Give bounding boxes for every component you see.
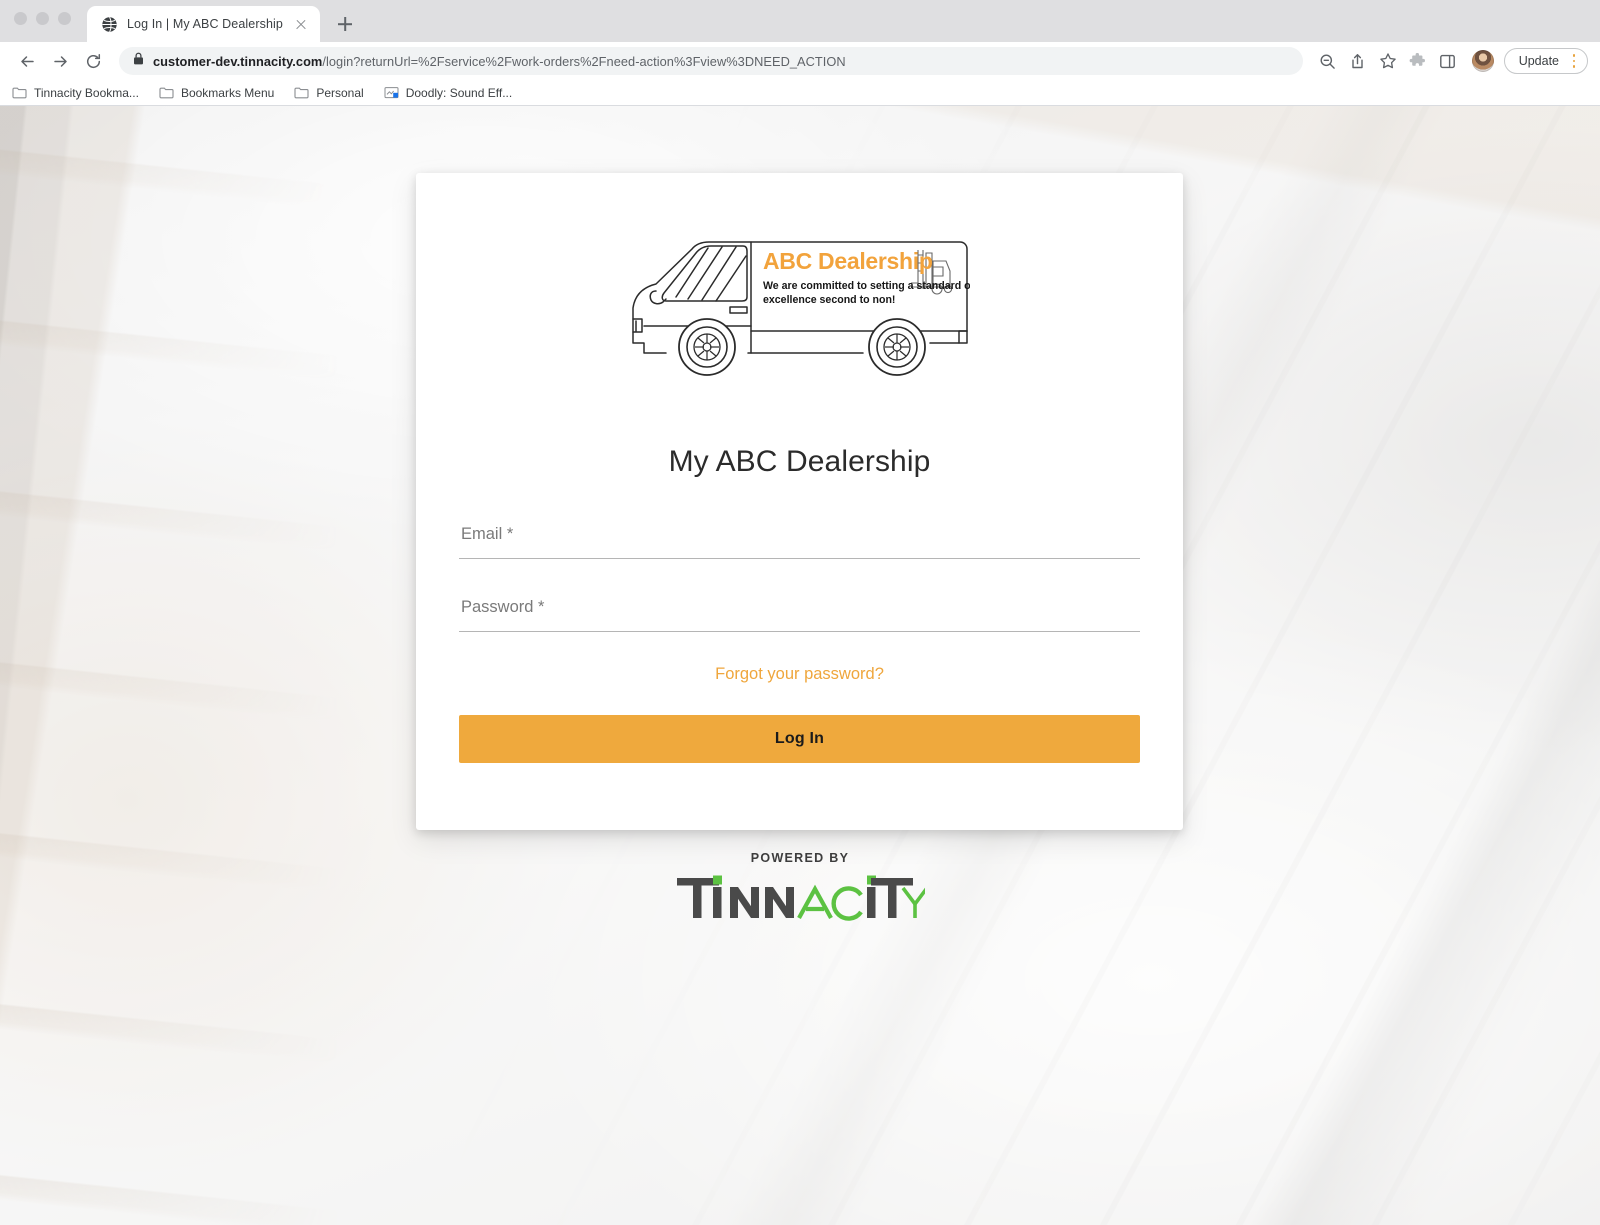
extensions-puzzle-icon[interactable] [1404, 47, 1432, 75]
email-field-wrapper [459, 519, 1140, 559]
window-traffic-lights [14, 0, 71, 42]
page-title: My ABC Dealership [668, 445, 931, 478]
page-viewport: ABC Dealership We are committed to setti… [0, 106, 1600, 1225]
update-label: Update [1518, 54, 1559, 68]
bookmark-label: Personal [316, 85, 364, 100]
forgot-password-row: Forgot your password? [459, 665, 1140, 684]
bookmark-item[interactable]: Personal [294, 85, 364, 100]
tinnacity-logo [675, 870, 925, 922]
bookmark-item[interactable]: Tinnacity Bookma... [12, 86, 139, 100]
folder-icon [294, 86, 309, 99]
bookmark-star-icon[interactable] [1374, 47, 1402, 75]
browser-window: Log In | My ABC Dealership customer-dev.… [0, 0, 1600, 1225]
address-bar[interactable]: customer-dev.tinnacity.com/login?returnU… [119, 47, 1303, 75]
login-submit-button[interactable]: Log In [459, 715, 1140, 763]
tab-strip: Log In | My ABC Dealership [0, 0, 1600, 42]
browser-tab[interactable]: Log In | My ABC Dealership [87, 6, 320, 42]
login-card: ABC Dealership We are committed to setti… [416, 173, 1183, 830]
chrome-menu-icon[interactable] [1567, 53, 1581, 69]
forgot-password-link[interactable]: Forgot your password? [715, 665, 884, 683]
window-minimize-button[interactable] [36, 11, 49, 25]
update-button[interactable]: Update [1503, 48, 1588, 74]
url-host: customer-dev.tinnacity.com [153, 53, 323, 69]
folder-icon [12, 86, 27, 99]
share-icon[interactable] [1344, 47, 1372, 75]
truck-tagline-line2: excellence second to non! [763, 294, 895, 306]
toolbar-icon-group: Update [1314, 47, 1588, 75]
window-maximize-button[interactable] [58, 11, 71, 25]
truck-brand-text: ABC Dealership [763, 248, 933, 274]
window-close-button[interactable] [14, 11, 27, 25]
new-tab-button[interactable] [330, 9, 360, 39]
lock-icon [133, 52, 144, 70]
forward-button[interactable] [45, 46, 75, 76]
bookmark-label: Doodly: Sound Eff... [405, 85, 513, 100]
dealership-truck-logo: ABC Dealership We are committed to setti… [630, 231, 970, 383]
profile-avatar[interactable] [1471, 50, 1494, 72]
page-icon [384, 86, 399, 99]
powered-by-section: POWERED BY [0, 851, 1600, 922]
powered-by-label: POWERED BY [750, 851, 850, 865]
password-input[interactable] [459, 592, 1140, 632]
close-tab-icon[interactable] [292, 15, 310, 33]
side-panel-icon[interactable] [1434, 47, 1462, 75]
truck-tagline-line1: We are committed to setting a standard o… [763, 280, 970, 292]
bookmark-label: Bookmarks Menu [180, 85, 275, 100]
login-form: Forgot your password? Log In [459, 519, 1140, 763]
folder-icon [159, 86, 174, 99]
browser-toolbar: customer-dev.tinnacity.com/login?returnU… [0, 42, 1600, 80]
back-button[interactable] [12, 46, 42, 76]
bookmark-item[interactable]: Bookmarks Menu [159, 86, 274, 100]
globe-icon [101, 16, 118, 33]
zoom-icon[interactable] [1314, 47, 1342, 75]
url-path: /login?returnUrl=%2Fservice%2Fwork-order… [322, 53, 846, 69]
bookmarks-bar: Tinnacity Bookma... Bookmarks Menu Perso… [0, 80, 1600, 106]
reload-button[interactable] [78, 46, 108, 76]
password-field-wrapper [459, 592, 1140, 632]
bookmark-item[interactable]: Doodly: Sound Eff... [384, 85, 513, 100]
email-input[interactable] [459, 519, 1140, 559]
tab-title: Log In | My ABC Dealership [127, 17, 283, 31]
bookmark-label: Tinnacity Bookma... [34, 85, 139, 100]
url-text: customer-dev.tinnacity.com/login?returnU… [153, 54, 846, 69]
